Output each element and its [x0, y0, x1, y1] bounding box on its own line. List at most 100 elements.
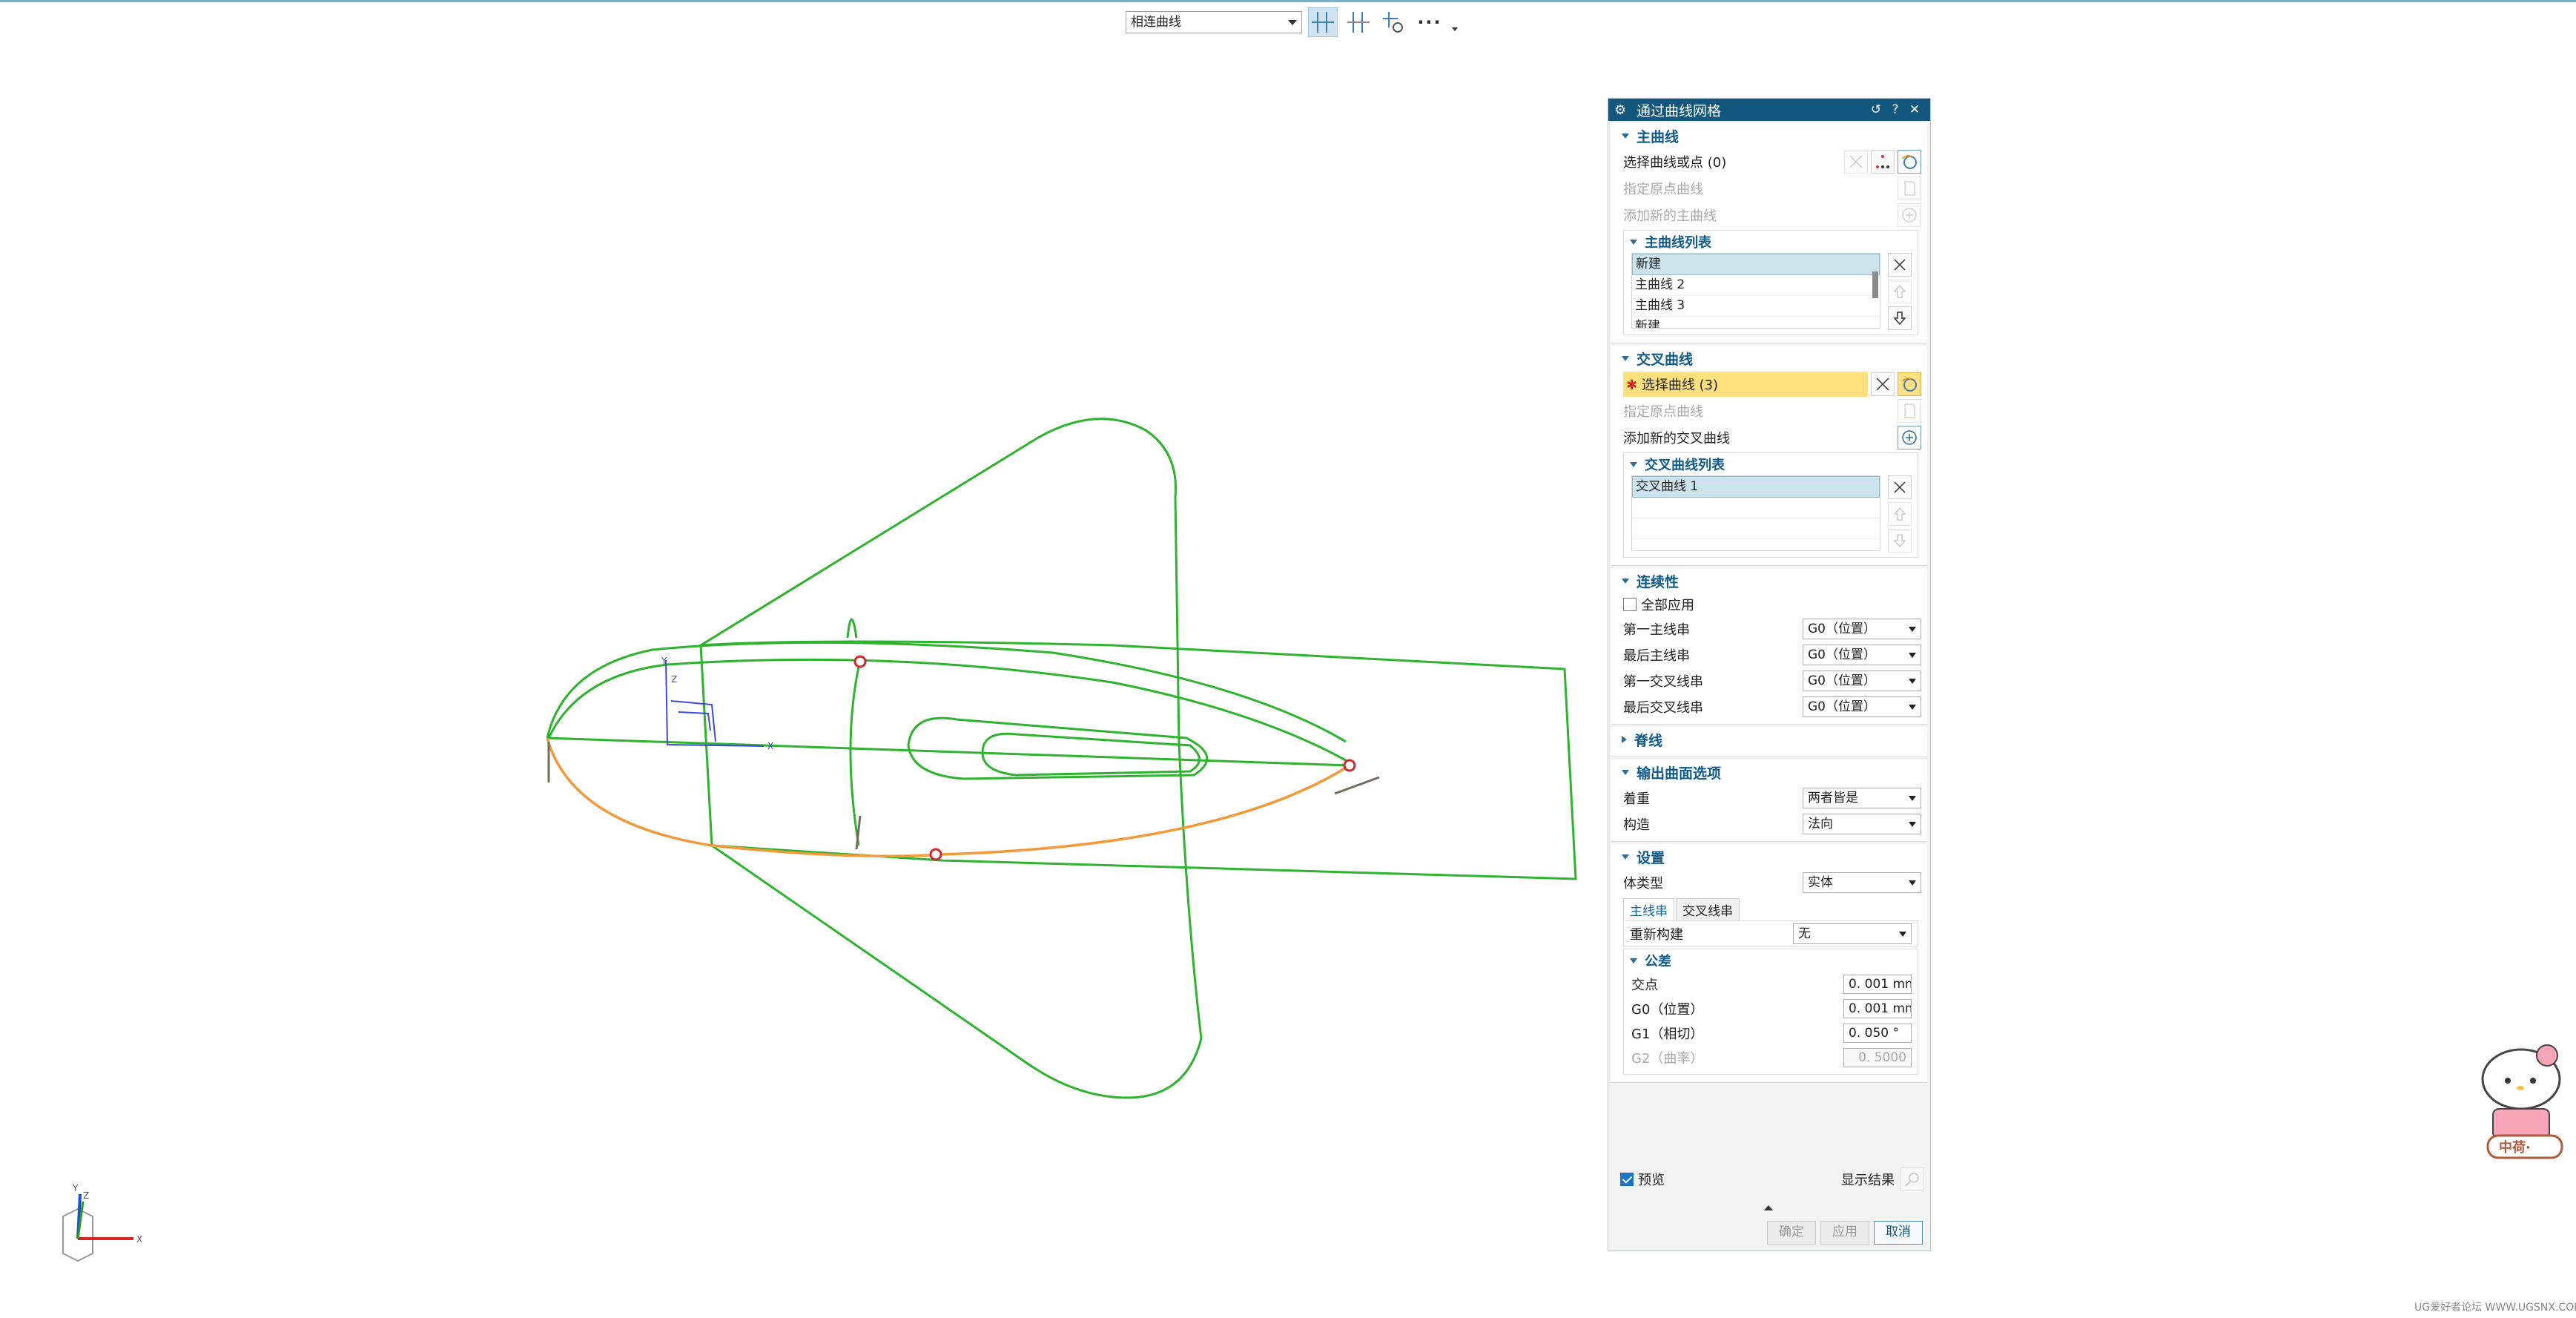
cockpit-outer-curve[interactable]: [907, 716, 1209, 780]
apply-button[interactable]: 应用: [1820, 1221, 1869, 1245]
last-primary-select[interactable]: G0（位置）: [1803, 644, 1921, 665]
selected-cross-curve[interactable]: [546, 737, 1350, 858]
rebuild-select[interactable]: 无: [1793, 923, 1912, 944]
tail-plane-curve[interactable]: [699, 640, 1577, 880]
body-type-row: 体类型 实体: [1611, 869, 1927, 895]
section-curve[interactable]: [849, 659, 862, 846]
last-primary-row: 最后主线串 G0（位置）: [1611, 642, 1927, 668]
mascot-sticker: 中荷·: [2481, 1044, 2563, 1159]
cancel-button[interactable]: 取消: [1874, 1221, 1923, 1245]
preview-checkbox[interactable]: [1620, 1173, 1634, 1186]
primary-select-row[interactable]: 选择曲线或点 (0): [1611, 148, 1927, 175]
primary-select-label: 选择曲线或点 (0): [1623, 155, 1727, 171]
list-item[interactable]: 交叉曲线 1: [1632, 476, 1880, 498]
curve-select-icon[interactable]: [1898, 372, 1921, 396]
intersection-input[interactable]: 0. 001 mm: [1843, 974, 1912, 994]
first-cross-select[interactable]: G0（位置）: [1803, 670, 1921, 691]
curve-select-icon[interactable]: [1898, 150, 1921, 174]
last-cross-label: 最后交叉线串: [1623, 699, 1703, 716]
last-cross-row: 最后交叉线串 G0（位置）: [1611, 693, 1927, 719]
chevron-down-icon: [1909, 652, 1916, 658]
chevron-down-icon: [1909, 821, 1916, 827]
spine-header[interactable]: 脊线: [1611, 727, 1927, 752]
wcs-z-label: Z: [671, 674, 677, 685]
primary-origin-label: 指定原点曲线: [1623, 182, 1703, 197]
list-item: [1632, 498, 1880, 518]
list-scrollbar[interactable]: [1872, 271, 1878, 298]
deselect-icon[interactable]: [1844, 150, 1868, 174]
dialog-title-bar: ⚙ 通过曲线网格 ↺ ? ✕: [1608, 99, 1930, 121]
rebuild-row: 重新构建 无: [1623, 920, 1918, 947]
remove-icon[interactable]: [1888, 253, 1912, 277]
g2-input: 0. 5000: [1843, 1047, 1912, 1067]
list-item[interactable]: 新建: [1632, 254, 1880, 275]
move-up-icon: [1888, 502, 1912, 526]
primary-add-row: 添加新的主曲线: [1611, 202, 1927, 228]
gear-icon[interactable]: ⚙: [1614, 102, 1631, 118]
show-result-label: 显示结果: [1841, 1173, 1895, 1188]
settings-header[interactable]: 设置: [1611, 844, 1927, 869]
collapse-caret-icon[interactable]: [1764, 1205, 1773, 1210]
list-item[interactable]: 主曲线 3: [1632, 296, 1880, 317]
tab-primary-string[interactable]: 主线串: [1623, 898, 1674, 920]
deselect-icon[interactable]: [1871, 372, 1895, 396]
cross-select-label: ✱ 选择曲线 (3): [1623, 372, 1868, 397]
section-loop-curve[interactable]: [846, 618, 858, 639]
cross-add-label: 添加新的交叉曲线: [1623, 431, 1730, 447]
tolerance-header[interactable]: 公差: [1624, 949, 1918, 972]
move-down-icon[interactable]: [1888, 306, 1912, 330]
cross-curves-header[interactable]: 交叉曲线: [1611, 346, 1927, 371]
apply-all-row[interactable]: 全部应用: [1611, 593, 1927, 616]
primary-list-header[interactable]: 主曲线列表: [1624, 231, 1918, 253]
ok-button[interactable]: 确定: [1767, 1221, 1816, 1245]
body-type-select[interactable]: 实体: [1803, 871, 1921, 893]
add-circle-icon[interactable]: [1898, 426, 1921, 449]
continuity-section: 连续性 全部应用 第一主线串 G0（位置） 最后主线串 G0（位置） 第一交叉线…: [1611, 568, 1927, 725]
chevron-down-icon: [1909, 880, 1916, 886]
g2-label: G2（曲率）: [1631, 1050, 1704, 1067]
spine-section: 脊线: [1611, 727, 1927, 757]
emphasis-label: 着重: [1623, 791, 1650, 807]
rebuild-label: 重新构建: [1630, 927, 1683, 943]
graphics-viewport[interactable]: X Y Z X Y Z: [0, 0, 1602, 1318]
cross-curve-list[interactable]: 交叉曲线 1: [1631, 475, 1880, 551]
settings-section: 设置 体类型 实体 主线串 交叉线串 重新构建 无 公差 交点 0. 001 m…: [1611, 844, 1927, 1083]
move-up-icon[interactable]: [1888, 280, 1912, 303]
point-dialog-icon[interactable]: [1871, 150, 1895, 174]
fuselage-inner-curve[interactable]: [547, 658, 1350, 764]
continuity-header[interactable]: 连续性: [1611, 568, 1927, 593]
tab-cross-string[interactable]: 交叉线串: [1676, 898, 1740, 920]
close-icon[interactable]: ✕: [1905, 102, 1924, 117]
list-item[interactable]: 新建: [1632, 317, 1880, 328]
primary-curves-header[interactable]: 主曲线: [1611, 123, 1927, 148]
apply-all-checkbox[interactable]: [1623, 598, 1637, 611]
remove-icon[interactable]: [1888, 475, 1912, 499]
apply-all-label: 全部应用: [1641, 598, 1694, 613]
curve-point-marker[interactable]: [1343, 759, 1356, 772]
required-star-icon: ✱: [1626, 378, 1638, 393]
emphasis-select[interactable]: 两者皆是: [1803, 787, 1921, 808]
wcs-y-axis: [665, 659, 668, 745]
cross-origin-row: 指定原点曲线: [1611, 398, 1927, 424]
cross-add-row[interactable]: 添加新的交叉曲线: [1611, 424, 1927, 451]
primary-curves-section: 主曲线 选择曲线或点 (0) 指定原点曲线 添加新的主曲线 主曲线列表 新建 主…: [1611, 123, 1927, 343]
g0-input[interactable]: 0. 001 mm: [1843, 998, 1912, 1018]
curve-point-marker[interactable]: [853, 655, 867, 668]
last-cross-select[interactable]: G0（位置）: [1803, 696, 1921, 717]
output-options-header[interactable]: 输出曲面选项: [1611, 760, 1927, 785]
triad-z-label: Z: [83, 1190, 89, 1201]
cross-select-row[interactable]: ✱ 选择曲线 (3): [1611, 371, 1927, 398]
g1-label: G1（相切）: [1631, 1026, 1704, 1042]
reset-icon[interactable]: ↺: [1866, 102, 1886, 117]
help-icon[interactable]: ?: [1886, 102, 1905, 117]
primary-curve-list[interactable]: 新建 主曲线 2 主曲线 3 新建: [1631, 253, 1880, 329]
first-primary-label: 第一主线串: [1623, 622, 1690, 638]
first-primary-select[interactable]: G0（位置）: [1803, 618, 1921, 639]
cross-list-header[interactable]: 交叉曲线列表: [1624, 453, 1918, 475]
primary-add-label: 添加新的主曲线: [1623, 208, 1717, 224]
construct-select[interactable]: 法向: [1803, 813, 1921, 834]
magnifier-icon[interactable]: [1900, 1167, 1924, 1191]
curve-point-marker[interactable]: [929, 848, 942, 861]
list-item[interactable]: 主曲线 2: [1632, 275, 1880, 296]
g1-input[interactable]: 0. 050 °: [1843, 1023, 1912, 1043]
